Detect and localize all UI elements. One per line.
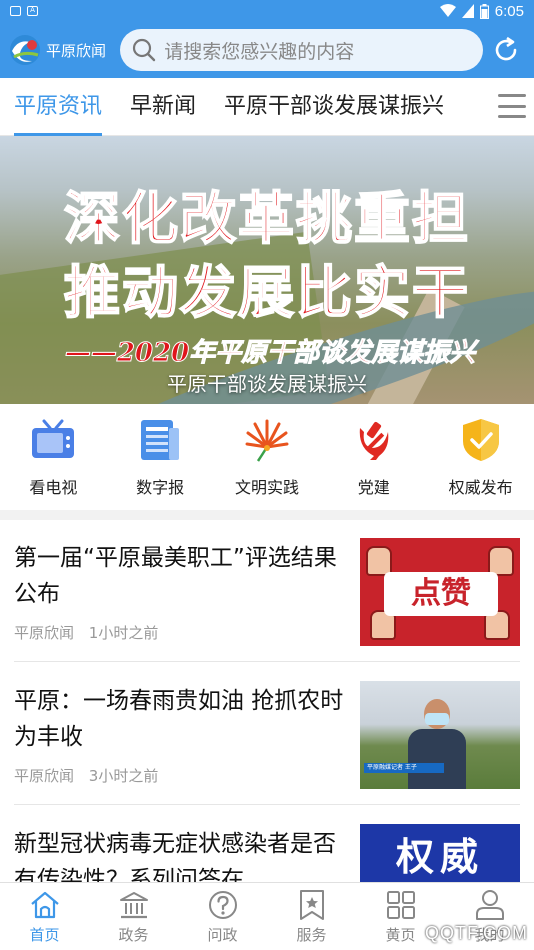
nav-label: 服务 [296,926,327,944]
tab-pingyuan-news[interactable]: 平原资讯 [0,78,116,136]
thumbnail-text: 点赞 [384,572,498,616]
news-meta: 平原欣闻 3小时之前 [14,765,158,786]
nav-label: 政务 [118,926,149,944]
news-title: 平原：一场春雨贵如油 抢抓农时为丰收 [14,688,344,750]
nav-government[interactable]: 政务 [89,883,178,950]
thumbnail-text: 平原融媒记者 王子 [364,763,444,773]
bookmark-icon [299,890,324,920]
menu-icon[interactable] [498,94,526,118]
quick-links: 看电视 数字报 文明实践 党建 权威发布 [0,404,534,520]
app-logo[interactable]: 平原欣闻 [8,30,116,70]
news-source: 平原欣闻 [14,767,75,785]
news-thumbnail: 平原融媒记者 王子 [360,681,520,789]
logo-icon [10,35,40,65]
search-icon [133,38,156,62]
news-time: 3小时之前 [88,767,159,785]
status-right: 6:05 [439,2,524,20]
home-icon [30,891,59,919]
category-tabs: 平原资讯 早新闻 平原干部谈发展谋振兴 [0,78,534,136]
shield-check-icon [462,419,499,461]
news-thumbnail: 点赞 [360,538,520,646]
nav-label: 黄页 [385,926,416,944]
newspaper-icon [141,420,180,460]
grid-icon [386,891,415,919]
app-header: 平原欣闻 请搜索您感兴趣的内容 [0,22,534,78]
notification-icon [10,6,21,16]
nav-service[interactable]: 服务 [267,883,356,950]
quick-link-label: 文明实践 [234,478,299,497]
banner-carousel[interactable]: 深化改革挑重担 推动发展比实干 ——2020年平原干部谈发展谋振兴 平原干部谈发… [0,136,534,404]
notification-icon: A [27,6,38,16]
quick-link-label: 数字报 [136,478,185,497]
tab-cadres-development[interactable]: 平原干部谈发展谋振兴 [210,78,458,136]
party-emblem-icon [359,421,389,460]
battery-icon [479,3,489,19]
news-item[interactable]: 新型冠状病毒无症状感染者是否有传染性？系列问答在 权威 [14,806,520,882]
quick-link-label: 权威发布 [448,478,513,497]
signal-icon [461,4,474,18]
status-time: 6:05 [494,2,524,20]
quick-link-civilization[interactable]: 文明实践 [217,416,317,498]
logo-text: 平原欣闻 [46,41,107,60]
user-icon [475,890,504,920]
news-title: 新型冠状病毒无症状感染者是否有传染性？系列问答在 [14,831,336,882]
refresh-button[interactable] [487,30,526,70]
banner-headline-2: 推动发展比实干 [63,259,470,327]
refresh-icon [496,36,517,61]
news-title: 第一届“平原最美职工”评选结果公布 [14,545,337,607]
nav-home[interactable]: 首页 [0,883,89,950]
search-input[interactable]: 请搜索您感兴趣的内容 [120,29,483,71]
quick-link-party[interactable]: 党建 [324,416,424,498]
banner-subheadline: ——2020年平原干部谈发展谋振兴 [64,338,476,369]
tv-icon [32,419,75,458]
search-placeholder: 请搜索您感兴趣的内容 [164,40,355,63]
flower-icon [245,419,289,462]
nav-inquiry[interactable]: 问政 [178,883,267,950]
watermark: QQTF.COM [425,923,528,943]
quick-link-newspaper[interactable]: 数字报 [110,416,210,498]
nav-label: 首页 [29,926,60,944]
nav-label: 问政 [207,926,238,944]
status-bar: A 6:05 [0,0,534,22]
wifi-icon [439,4,456,17]
government-icon [119,892,148,919]
banner-caption: 平原干部谈发展谋振兴 [167,372,367,396]
quick-link-label: 看电视 [29,478,78,497]
banner-headline-1: 深化改革挑重担 [63,185,470,253]
news-thumbnail: 权威 [360,824,520,882]
tab-morning-news[interactable]: 早新闻 [116,78,210,136]
status-notifications: A [10,6,38,16]
quick-link-authority[interactable]: 权威发布 [431,416,531,498]
news-list: 第一届“平原最美职工”评选结果公布 平原欣闻 1小时之前 点赞 平原：一场春雨贵… [0,520,534,882]
news-source: 平原欣闻 [14,624,75,642]
news-meta: 平原欣闻 1小时之前 [14,622,158,643]
quick-link-tv[interactable]: 看电视 [3,416,103,498]
quick-link-label: 党建 [357,478,390,497]
question-icon [208,891,237,919]
news-item[interactable]: 平原：一场春雨贵如油 抢抓农时为丰收 平原欣闻 3小时之前 平原融媒记者 王子 [14,663,520,805]
news-item[interactable]: 第一届“平原最美职工”评选结果公布 平原欣闻 1小时之前 点赞 [14,520,520,662]
news-time: 1小时之前 [88,624,159,642]
thumbnail-text: 权威 [395,834,484,879]
